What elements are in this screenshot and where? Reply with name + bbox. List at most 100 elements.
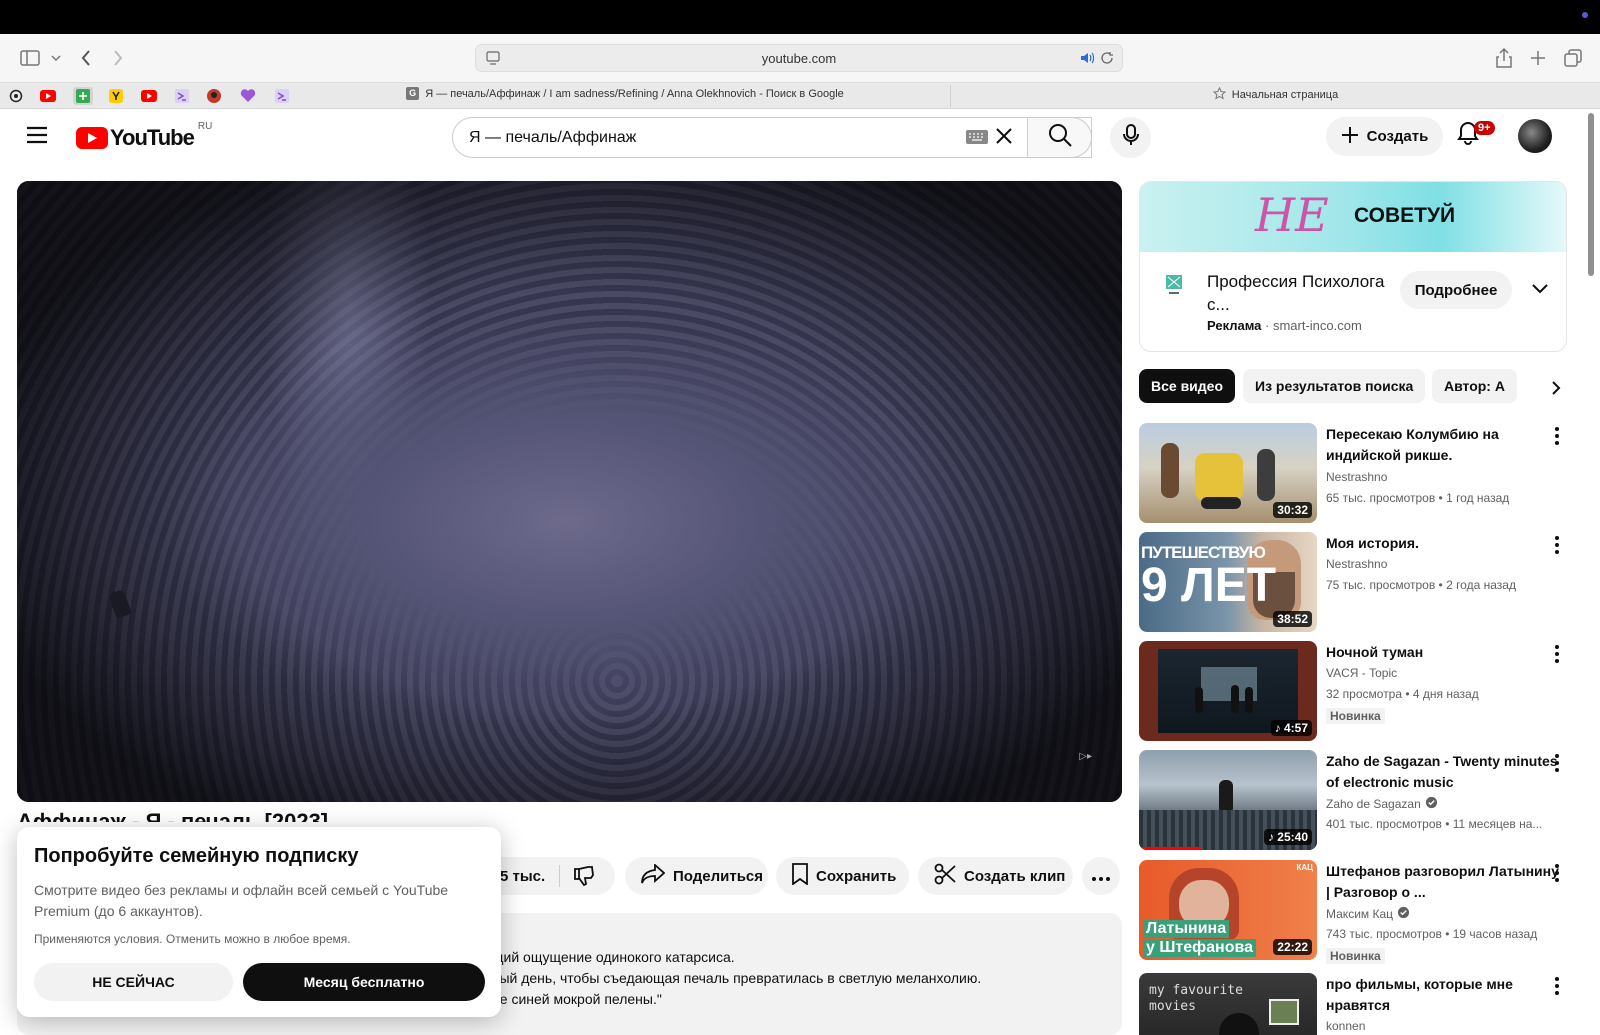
chip-all-videos[interactable]: Все видео [1139,369,1236,403]
video-duration: ♪ 4:57 [1270,720,1312,736]
tab-overview-icon[interactable] [1559,44,1587,72]
chevron-down-icon[interactable] [1531,282,1549,300]
video-title[interactable]: Пересекаю Колумбию на индийской рикше. [1326,424,1566,466]
more-horizontal-icon [1092,868,1110,885]
save-button[interactable]: Сохранить [776,857,909,895]
back-icon[interactable] [72,44,100,72]
free-month-button[interactable]: Месяц бесплатно [243,963,485,1001]
forward-icon[interactable] [104,44,132,72]
ad-card[interactable]: НЕ СОВЕТУЙ Профессия Психолога с... Рекл… [1139,181,1567,352]
more-vertical-icon[interactable] [1555,977,1559,1000]
pinned-tab-youtube-2[interactable] [139,87,159,105]
video-thumbnail[interactable]: 30:32 [1139,423,1317,523]
family-plan-popup: Попробуйте семейную подписку Смотрите ви… [17,827,501,1017]
logo-text: YouTube [110,125,195,150]
address-bar[interactable]: youtube.com [475,44,1123,72]
related-filter-chips: Все видео Из результатов поиска Автор: А [1139,369,1567,405]
create-clip-button[interactable]: Создать клип [918,857,1073,895]
chip-from-search[interactable]: Из результатов поиска [1243,369,1426,403]
related-video[interactable]: 30:32 Пересекаю Колумбию на индийской ри… [1139,423,1599,525]
channel-name[interactable]: konnen [1326,1019,1365,1033]
video-thumbnail[interactable]: Латынина у Штефанова КАЦ 22:22 [1139,860,1317,960]
search-icon [1048,123,1072,152]
pinned-tab-sheets[interactable] [73,87,93,105]
ad-banner[interactable]: НЕ СОВЕТУЙ [1140,182,1566,252]
video-title[interactable]: Штефанов разговорил Латынину | Разговор … [1326,861,1566,903]
video-title[interactable]: Zaho de Sagazan - Twenty minutes of elec… [1326,751,1566,793]
share-icon[interactable] [1490,44,1518,72]
pinned-tab-prompt-2[interactable] [272,87,292,105]
new-tab-icon[interactable] [1524,44,1552,72]
keyboard-icon[interactable] [966,130,988,149]
status-dot [1582,12,1588,18]
reload-icon[interactable] [1100,51,1114,68]
search-button[interactable] [1027,117,1092,158]
hamburger-menu-icon[interactable] [26,126,48,149]
related-video[interactable]: Латынина у Штефанова КАЦ 22:22 Штефанов … [1139,860,1599,964]
video-stats: 743 тыс. просмотров • 19 часов назад [1326,927,1538,941]
like-count: 5 тыс. [500,867,546,885]
video-title[interactable]: про фильмы, которые мне нравятся [1326,974,1566,1016]
video-thumbnail[interactable]: ♪ 4:57 [1139,641,1317,741]
ad-domain: smart-inco.com [1272,318,1362,333]
not-now-button[interactable]: НЕ СЕЙЧАС [34,963,233,1001]
page-scrollbar[interactable] [1588,113,1594,276]
channel-name[interactable]: Максим Кац [1326,906,1410,922]
more-vertical-icon[interactable] [1555,864,1559,887]
pinned-tab-openai[interactable] [6,87,26,105]
video-thumbnail[interactable]: my favourite movies [1139,973,1317,1035]
video-thumbnail[interactable]: ПУТЕШЕСТВУЮ 9 ЛЕТ 38:52 [1139,532,1317,632]
pinned-tab-avatar[interactable] [204,87,224,105]
channel-name[interactable]: VACЯ - Topic [1326,666,1397,680]
channel-name[interactable]: Nestrashno [1326,470,1387,484]
youtube-header: YouTube RU Я — печаль/Аффинаж Создать 9+ [0,110,1600,166]
chevron-right-icon[interactable] [1521,374,1561,402]
video-thumbnail[interactable]: ♪ 25:40 [1139,750,1317,850]
description-line: ре синей мокрой пелены." [492,991,662,1007]
clear-search-icon[interactable] [995,127,1013,150]
thumbnail-line: movies [1149,999,1196,1014]
share-button[interactable]: Поделиться [625,857,768,895]
video-player[interactable]: ▷▸ [17,181,1122,802]
plus-icon [1341,126,1359,148]
chevron-down-icon[interactable] [42,44,70,72]
speaker-icon[interactable] [1080,51,1095,68]
youtube-logo[interactable]: YouTube RU [76,121,212,151]
video-title: Аффинаж - Я - печаль [2023] [17,809,329,822]
related-video[interactable]: ПУТЕШЕСТВУЮ 9 ЛЕТ 38:52 Моя история. Nes… [1139,532,1599,634]
more-vertical-icon[interactable] [1555,536,1559,559]
create-label: Создать [1366,128,1429,145]
more-vertical-icon[interactable] [1555,754,1559,777]
more-vertical-icon[interactable] [1555,645,1559,668]
more-actions-button[interactable] [1082,857,1120,895]
video-title[interactable]: Ночной туман [1326,642,1566,663]
video-title[interactable]: Моя история. [1326,533,1566,554]
sidebar-toggle-icon[interactable] [16,44,44,72]
tab-start-page[interactable]: Начальная страница [951,86,1600,103]
pinned-tab-heart[interactable] [238,87,258,105]
tab-google-search[interactable]: G Я — печаль/Аффинаж / I am sadness/Refi… [300,87,950,100]
ad-learn-more-button[interactable]: Подробнее [1400,271,1512,309]
voice-search-button[interactable] [1110,117,1151,158]
pinned-tab-prompt[interactable] [172,87,192,105]
chip-author[interactable]: Автор: А [1432,369,1517,403]
popup-body: Смотрите видео без рекламы и офлайн всей… [34,882,449,919]
ad-banner-ne: НЕ [1255,188,1329,242]
channel-name[interactable]: Zaho de Sagazan [1326,796,1438,812]
related-video[interactable]: my favourite movies про фильмы, которые м… [1139,973,1599,1035]
more-vertical-icon[interactable] [1555,427,1559,450]
ad-title[interactable]: Профессия Психолога с... [1207,270,1392,316]
dislike-icon[interactable] [573,865,595,891]
create-button[interactable]: Создать [1326,117,1443,156]
page-settings-icon[interactable] [486,51,500,68]
pinned-tab-youtube[interactable] [38,87,58,105]
notification-count-badge: 9+ [1474,121,1495,135]
user-avatar[interactable] [1518,119,1552,153]
tab-bar: G Я — печаль/Аффинаж / I am sadness/Refi… [0,82,1600,109]
channel-name[interactable]: Nestrashno [1326,557,1387,571]
clip-label: Создать клип [964,867,1066,885]
related-video[interactable]: ♪ 25:40 Zaho de Sagazan - Twenty minutes… [1139,750,1599,852]
url-text: youtube.com [761,50,837,66]
pinned-tab-yandex[interactable] [106,87,126,105]
related-video[interactable]: ♪ 4:57 Ночной туман VACЯ - Topic 32 прос… [1139,641,1599,743]
